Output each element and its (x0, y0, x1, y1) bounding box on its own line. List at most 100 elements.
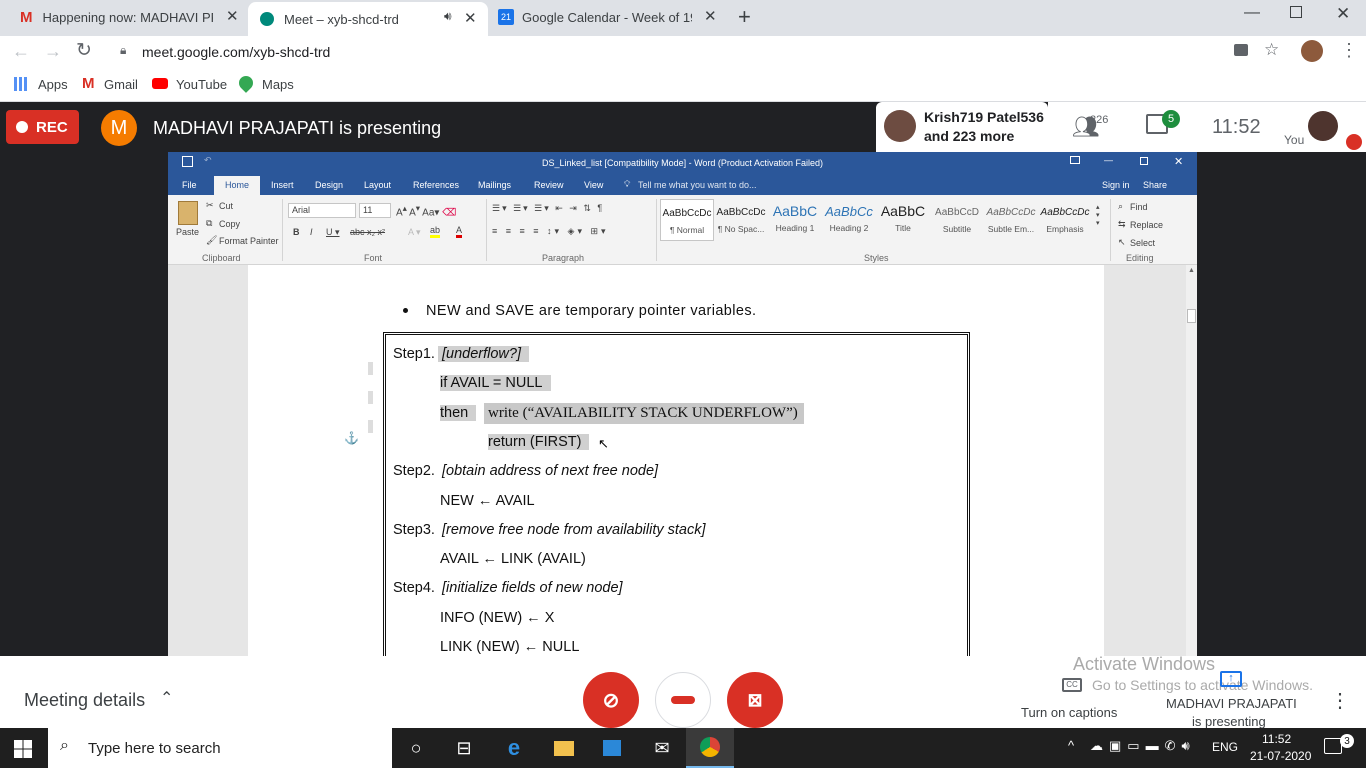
file-explorer-icon[interactable] (540, 728, 588, 768)
menu-review[interactable]: Review (534, 180, 564, 190)
cortana-icon[interactable]: ○ (392, 728, 440, 768)
word-close-icon[interactable]: ✕ (1174, 155, 1183, 168)
reload-icon[interactable]: ↻ (76, 39, 92, 62)
font-name-box[interactable]: Arial (288, 203, 356, 218)
italic-icon[interactable]: I (310, 227, 313, 237)
style-normal[interactable]: AaBbCcDc ¶ Normal (660, 199, 714, 241)
more-options-icon[interactable]: ⋮ (1330, 688, 1350, 713)
menu-insert[interactable]: Insert (271, 180, 294, 190)
meeting-details-button[interactable]: Meeting details (24, 690, 145, 711)
paste-icon[interactable] (178, 201, 198, 225)
font-grow-shrink-icons[interactable]: A▴ A▾ Aa▾ ⌫ (396, 203, 456, 218)
captions-icon[interactable]: CC (1062, 678, 1082, 692)
taskbar-date[interactable]: 21-07-2020 (1250, 749, 1311, 763)
style-heading-1[interactable]: AaBbC Heading 1 (768, 199, 822, 241)
menu-view[interactable]: View (584, 180, 603, 190)
close-icon[interactable]: ✕ (704, 7, 717, 25)
restore-icon[interactable] (1290, 6, 1302, 18)
step1-label: Step1. (393, 346, 435, 362)
alignment-buttons[interactable]: ≡ ≡ ≡ ≡ ↕▾ ◈▾ ⊞▾ (492, 226, 609, 237)
bookmark-youtube[interactable]: YouTube (176, 77, 227, 92)
camera-blocked-icon[interactable] (1234, 44, 1248, 56)
bookmark-apps[interactable]: Apps (38, 77, 68, 92)
tray-chevron-icon[interactable]: ^ (1068, 738, 1074, 753)
margin-marker (368, 362, 373, 375)
taskbar-search-box[interactable]: ⌕ Type here to search (48, 728, 392, 768)
new-tab-plus-icon[interactable]: + (738, 4, 751, 30)
style-no-spacing[interactable]: AaBbCcDc ¶ No Spac... (714, 199, 768, 241)
copy-button[interactable]: Copy (219, 219, 240, 229)
sign-in-link[interactable]: Sign in (1102, 180, 1130, 190)
mail-icon[interactable]: ✉ (638, 728, 686, 768)
font-color-icon[interactable]: A (456, 225, 463, 238)
format-painter-button[interactable]: Format Painter (219, 236, 279, 246)
strikethrough-icon[interactable]: abc x₂ x² (350, 227, 385, 237)
present-screen-icon[interactable]: ↑ (1220, 671, 1242, 687)
tell-me-box[interactable]: Tell me what you want to do... (638, 180, 757, 190)
text-effects-icon[interactable]: A ▾ (408, 227, 421, 238)
task-view-icon[interactable]: ⊟ (440, 728, 488, 768)
tab-calendar[interactable]: 21 Google Calendar - Week of 19 July ✕ (488, 0, 728, 34)
paste-label[interactable]: Paste (176, 227, 199, 237)
back-icon[interactable]: ← (12, 41, 30, 62)
menu-mailings[interactable]: Mailings (478, 180, 511, 190)
windows-start-icon[interactable] (14, 740, 32, 758)
url-text[interactable]: meet.google.com/xyb-shcd-trd (142, 44, 330, 60)
minimize-icon[interactable]: — (1244, 4, 1260, 22)
menu-layout[interactable]: Layout (364, 180, 391, 190)
close-window-icon[interactable]: ✕ (1336, 4, 1350, 24)
search-placeholder[interactable]: Type here to search (88, 740, 221, 757)
close-icon[interactable]: ✕ (464, 9, 477, 27)
bookmark-gmail[interactable]: Gmail (104, 77, 138, 92)
ribbon-display-icon[interactable] (1070, 156, 1080, 164)
cut-button[interactable]: Cut (219, 201, 233, 211)
taskbar-clock[interactable]: 11:52 (1262, 732, 1291, 746)
bold-icon[interactable]: B (293, 227, 300, 237)
scroll-up-icon[interactable]: ▲ (1188, 267, 1195, 274)
word-minimize-icon[interactable]: — (1104, 155, 1113, 165)
chevron-up-icon[interactable]: ⌃ (160, 688, 173, 708)
replace-button[interactable]: Replace (1130, 220, 1163, 230)
style-subtitle[interactable]: AaBbCcD Subtitle (930, 199, 984, 241)
font-size-box[interactable]: 11 (359, 203, 391, 218)
document-page[interactable]: NEW and SAVE are temporary pointer varia… (248, 265, 1104, 662)
bookmark-maps[interactable]: Maps (262, 77, 294, 92)
close-icon[interactable]: ✕ (226, 7, 239, 25)
menu-references[interactable]: References (413, 180, 459, 190)
forward-icon[interactable]: → (44, 41, 62, 62)
share-button[interactable]: Share (1143, 180, 1167, 190)
style-subtle-emphasis[interactable]: AaBbCcDc Subtle Em... (984, 199, 1038, 241)
style-heading-2[interactable]: AaBbCc Heading 2 (822, 199, 876, 241)
lock-icon[interactable]: 🔒︎ (120, 43, 126, 58)
tab-meet[interactable]: Meet – xyb-shcd-trd 🔊︎ ✕ (248, 2, 488, 36)
leave-call-button[interactable] (655, 672, 711, 728)
omnibox[interactable]: 🔒︎ meet.google.com/xyb-shcd-trd (108, 38, 1288, 66)
menu-home[interactable]: Home (214, 176, 260, 195)
scroll-thumb[interactable] (1187, 309, 1196, 323)
participants-tile[interactable]: Krish719 Patel536 and 223 more (876, 102, 1048, 152)
mic-toggle-button[interactable]: ⊘ (583, 672, 639, 728)
camera-toggle-button[interactable]: ⊠ (727, 672, 783, 728)
style-emphasis[interactable]: AaBbCcDc Emphasis (1038, 199, 1092, 241)
star-icon[interactable]: ☆ (1264, 40, 1279, 60)
menu-design[interactable]: Design (315, 180, 343, 190)
underline-icon[interactable]: U ▾ (326, 227, 340, 238)
chrome-icon[interactable] (686, 728, 734, 768)
styles-scroll-icon[interactable]: ▴ ▾ ▾ (1096, 203, 1100, 227)
menu-file[interactable]: File (182, 180, 197, 190)
tab-gmail[interactable]: M Happening now: MADHAVI PRAJAPATI ✕ (8, 0, 248, 34)
language-indicator[interactable]: ENG (1212, 740, 1238, 754)
list-buttons[interactable]: ☰▾ ☰▾ ☰▾ ⇤ ⇥ ⇅ ¶ (492, 203, 604, 214)
store-icon[interactable] (588, 728, 636, 768)
word-restore-icon[interactable] (1140, 157, 1148, 165)
edge-icon[interactable]: e (490, 728, 538, 768)
style-title[interactable]: AaBbC Title (876, 199, 930, 241)
find-button[interactable]: Find (1130, 202, 1148, 212)
document-scrollbar[interactable]: ▲ (1186, 265, 1197, 656)
select-button[interactable]: Select (1130, 238, 1155, 248)
profile-avatar[interactable] (1301, 40, 1323, 62)
kebab-menu-icon[interactable]: ⋮ (1340, 40, 1358, 61)
captions-label[interactable]: Turn on captions (1021, 705, 1117, 720)
tray-icons[interactable]: ☁▣▭▬✆🔊︎ (1090, 738, 1196, 754)
highlight-icon[interactable]: ab (430, 225, 441, 238)
